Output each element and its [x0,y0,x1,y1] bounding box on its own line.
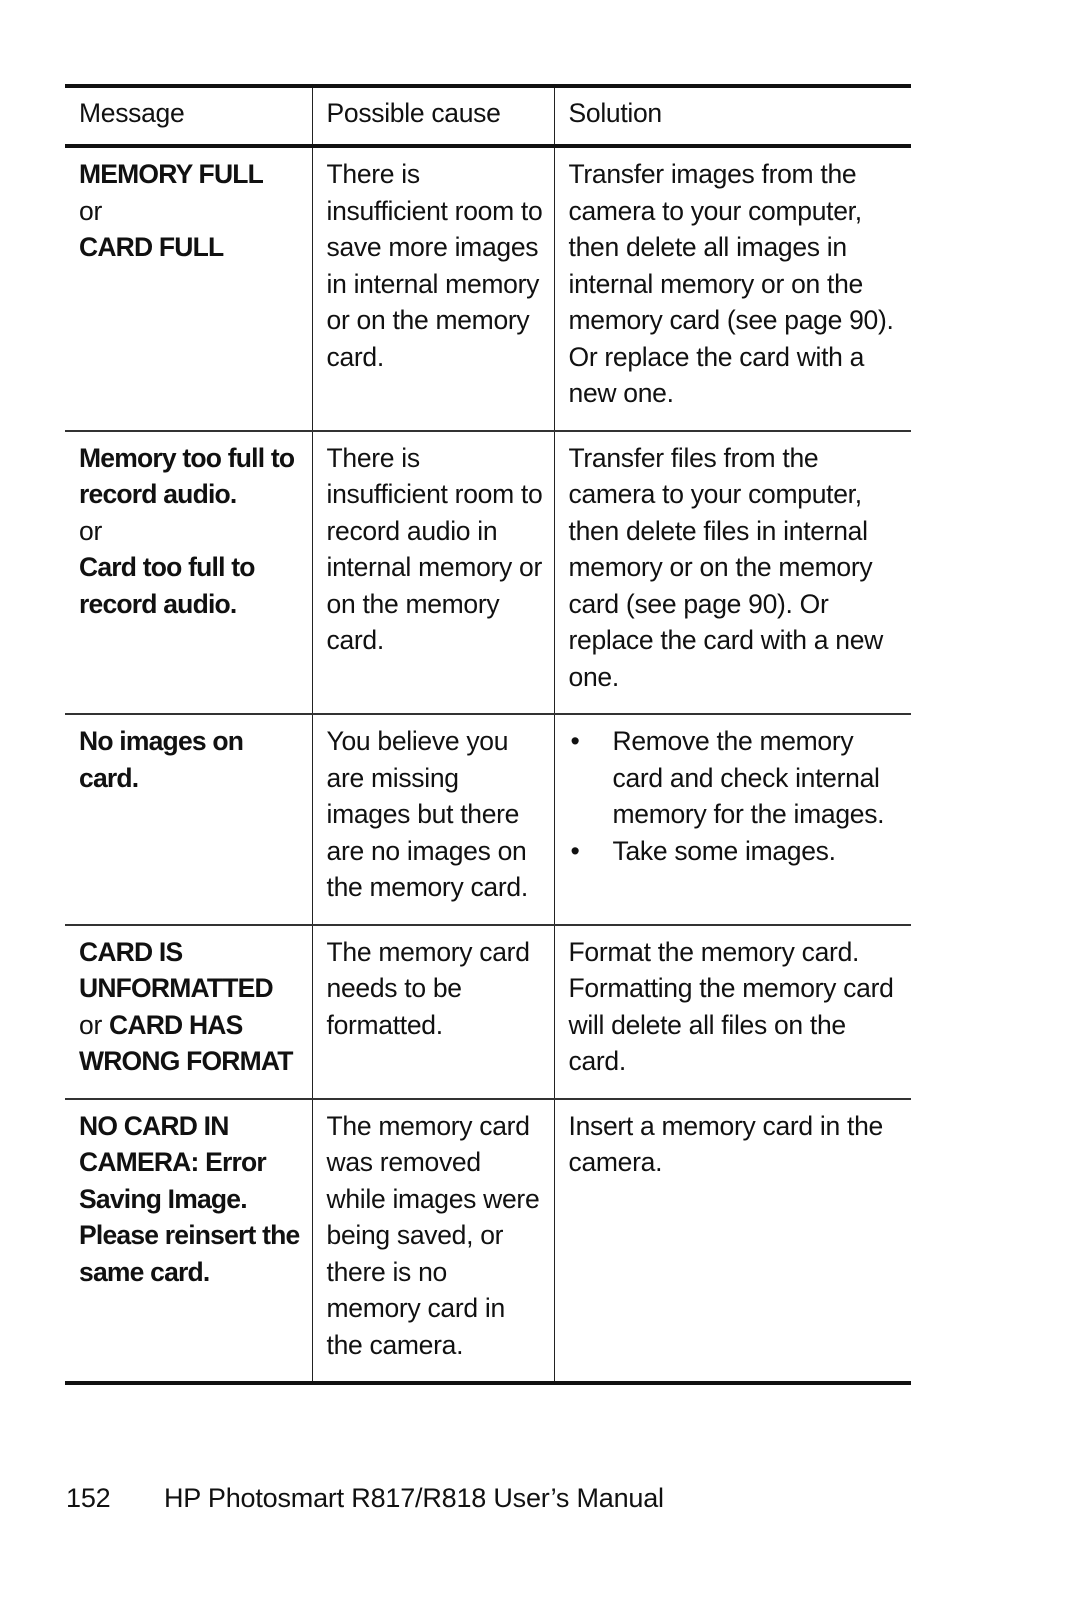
message-cell: MEMORY FULL or CARD FULL [65,146,312,431]
solution-cell: Transfer images from the camera to your … [553,146,911,431]
cause-cell: There is insufficient room to record aud… [311,430,554,714]
table-header: Message Possible cause Solution [65,86,911,146]
cause-cell: There is insufficient room to save more … [311,146,554,431]
bullet-icon: • [570,835,580,866]
solution-bullet-item: • Remove the memory card and check inter… [569,723,904,833]
message-cell: No images on card. [65,714,312,925]
header-message: Message [79,97,185,128]
page-number: 152 [66,1483,111,1513]
message-text: MEMORY FULL [79,159,264,189]
manual-title: HP Photosmart R817/R818 User’s Manual [164,1483,664,1513]
message-cell: CARD IS UNFORMATTED or CARD HAS WRONG FO… [65,925,312,1099]
page-footer: 152 HP Photosmart R817/R818 User’s Manual [66,1480,664,1516]
message-cell: Memory too full to record audio. or Card… [65,431,312,715]
cause-cell: You believe you are missing images but t… [311,714,554,925]
message-text: Memory too full to record audio. [79,442,295,510]
solution-cell: Insert a memory card in the camera. [553,1098,911,1383]
troubleshooting-table: Message Possible cause Solution MEMORY F… [65,84,911,1385]
solution-bullet-list: • Remove the memory card and check inter… [569,723,904,869]
cause-cell: The memory card needs to be formatted. [311,924,554,1099]
message-or-separator: or [79,515,102,546]
bullet-icon: • [570,726,580,756]
solution-cell: • Remove the memory card and check inter… [553,714,911,925]
solution-bullet-item: • Take some images. [569,833,904,870]
message-text: No images on card. [79,726,244,793]
message-text: NO CARD IN CAMERA: Error Saving Image. P… [79,1110,300,1287]
message-text: CARD HAS WRONG FORMAT [79,1009,293,1077]
table-row: MEMORY FULL or CARD FULL There is insuff… [65,146,911,431]
solution-cell: Format the memory card. Formatting the m… [553,924,911,1099]
header-possible-cause: Possible cause [311,86,554,146]
table-row: Memory too full to record audio. or Card… [65,430,911,715]
message-text: CARD FULL [79,232,224,262]
table-row: No images on card. You believe you are m… [65,714,911,925]
solution-cell: Transfer files from the camera to your c… [553,430,911,714]
message-text: Card too full to record audio. [79,552,255,619]
table-row: NO CARD IN CAMERA: Error Saving Image. P… [65,1098,911,1384]
message-or-separator: or [79,195,102,226]
manual-page: Message Possible cause Solution MEMORY F… [0,0,1080,1620]
bullet-text: Remove the memory card and check interna… [612,726,885,829]
table-row: CARD IS UNFORMATTED or CARD HAS WRONG FO… [65,924,911,1099]
message-text: CARD IS UNFORMATTED [79,936,274,1004]
header-solution: Solution [553,86,911,146]
header-row: Message Possible cause Solution [65,86,911,146]
message-cell: NO CARD IN CAMERA: Error Saving Image. P… [65,1099,312,1384]
message-or-separator: or [79,1009,102,1040]
bullet-text: Take some images. [612,835,837,866]
message-line: or CARD HAS WRONG FORMAT [79,1007,304,1080]
cause-cell: The memory card was removed while images… [311,1098,554,1383]
